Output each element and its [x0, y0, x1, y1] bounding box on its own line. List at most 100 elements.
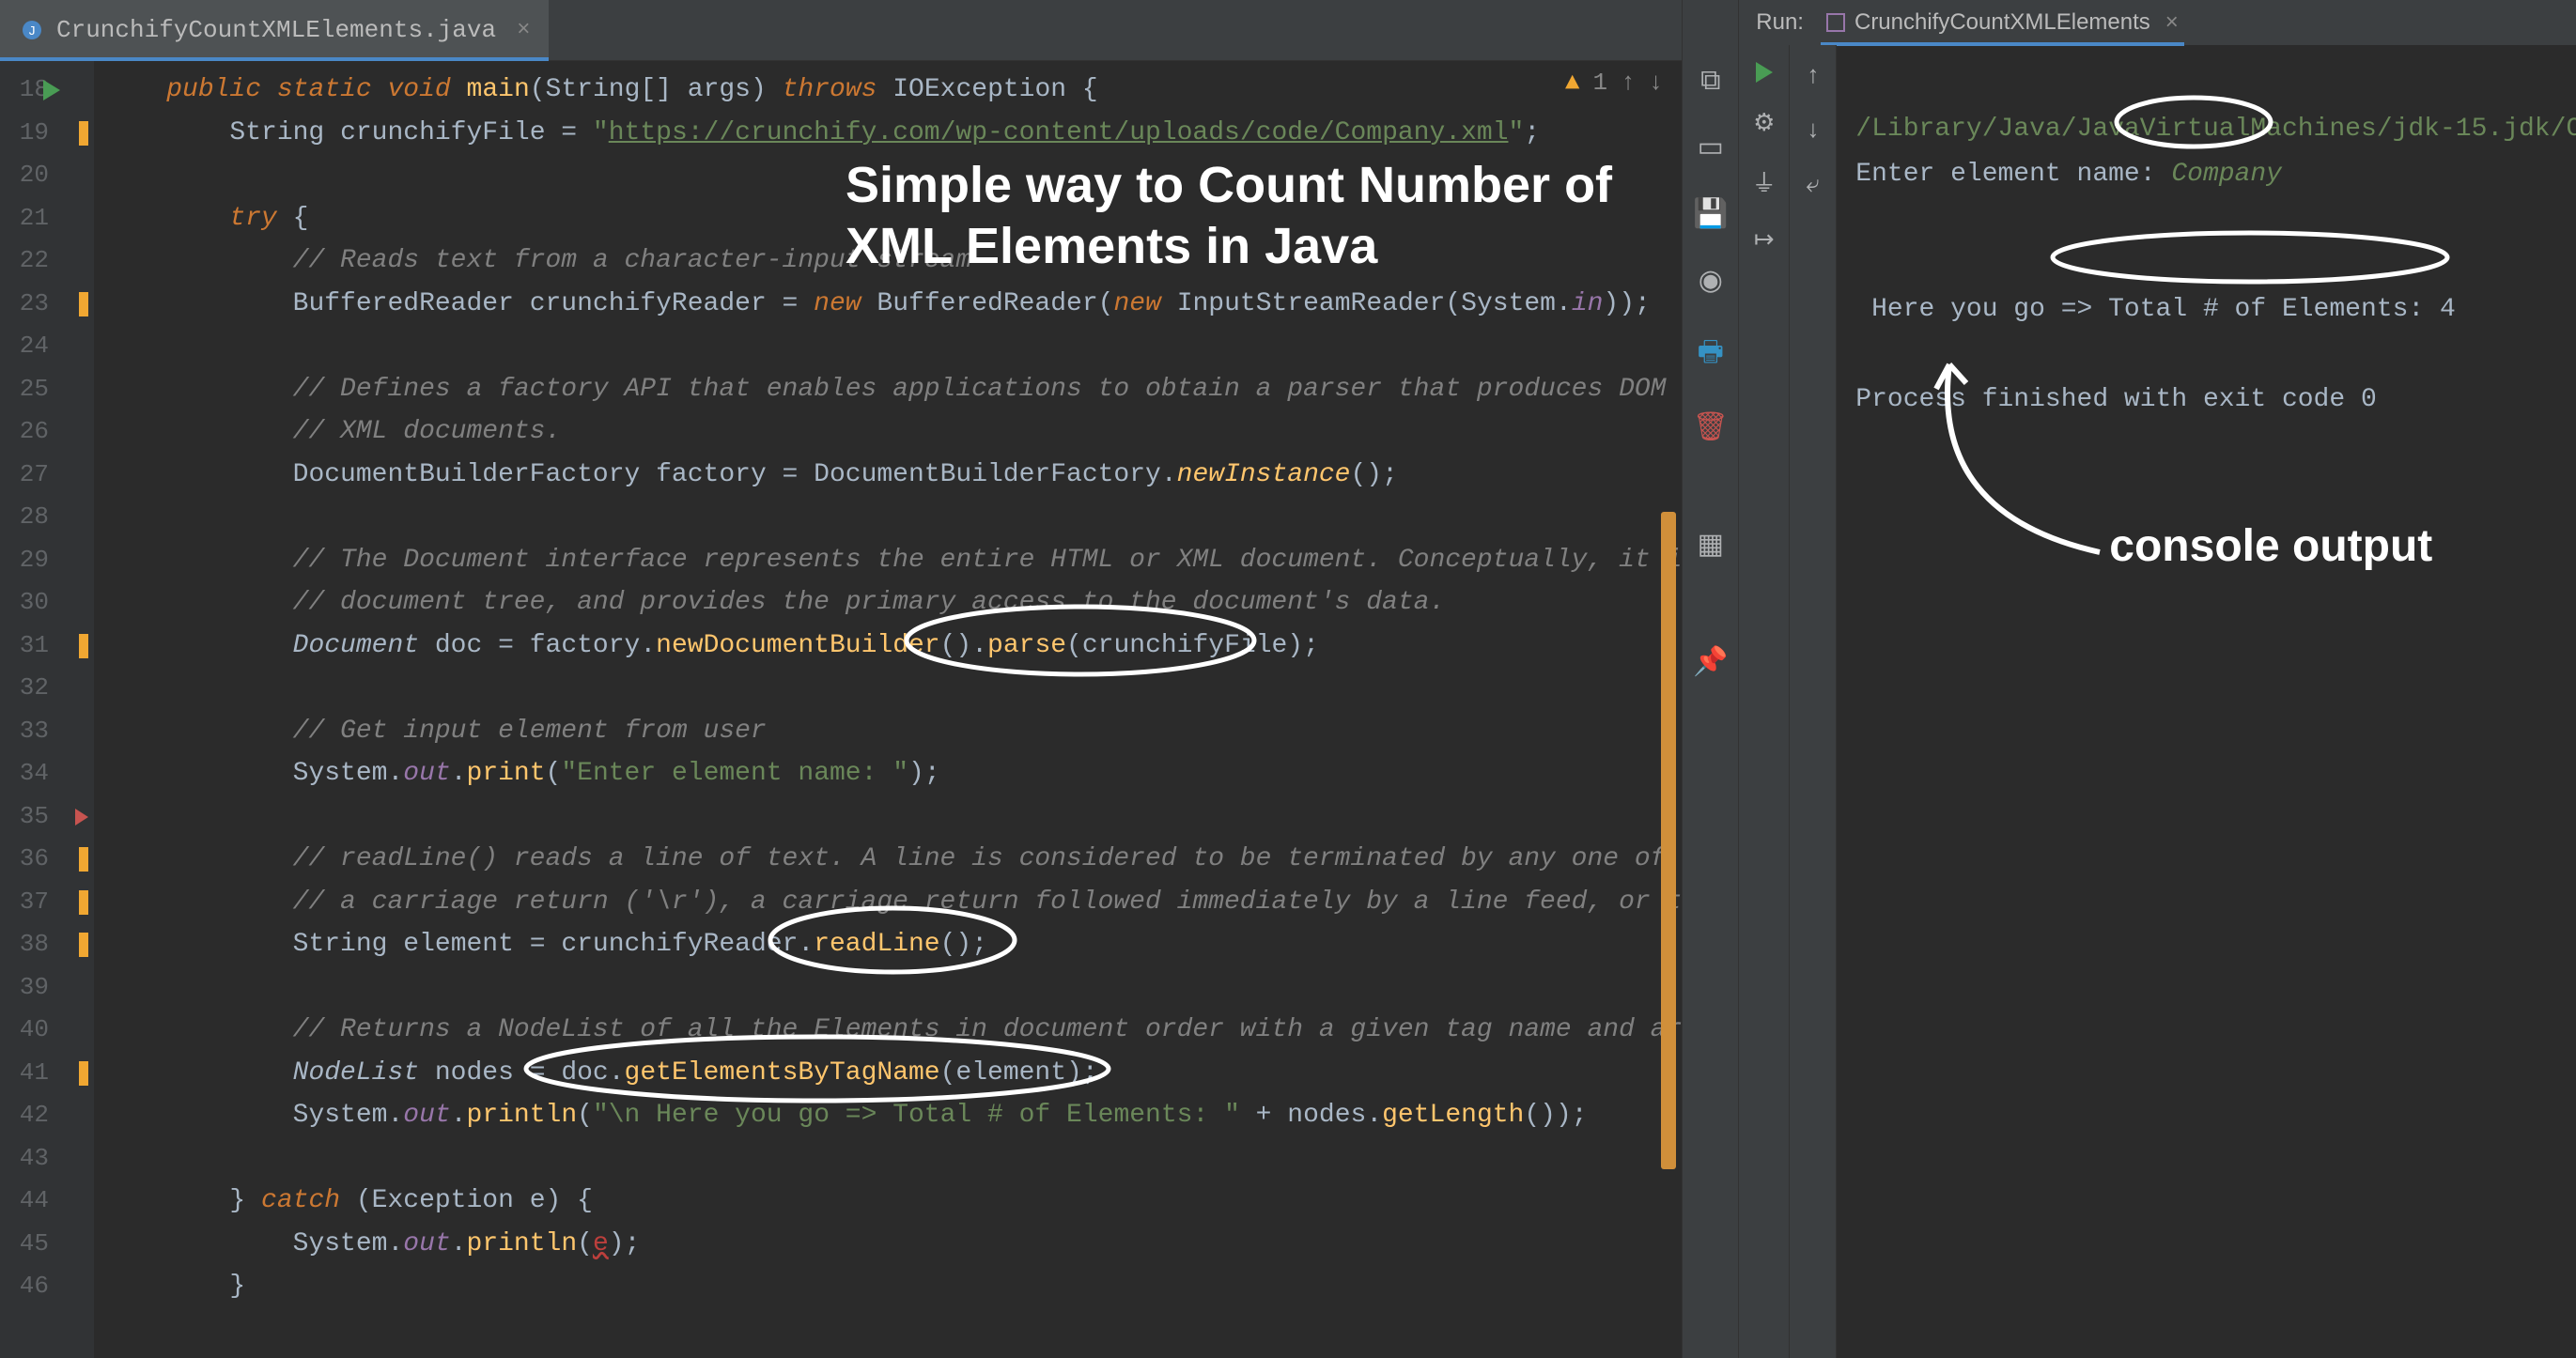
- line-number: 45: [0, 1223, 94, 1266]
- nav-up-icon[interactable]: ↑: [1621, 69, 1636, 97]
- annotation-circle-result: [2043, 229, 2457, 285]
- line-number: 20: [0, 154, 94, 197]
- plug-icon[interactable]: ⏚: [1752, 164, 1777, 199]
- change-marker-icon: [79, 847, 88, 872]
- code-line: // Defines a factory API that enables ap…: [94, 368, 1682, 411]
- clipboard-icon[interactable]: ▭: [1698, 131, 1724, 165]
- line-number: 26: [0, 410, 94, 454]
- line-number: 25: [0, 368, 94, 411]
- code-line: // Get input element from user: [94, 710, 1682, 753]
- code-line: // XML documents.: [94, 410, 1682, 454]
- save-icon[interactable]: 💾: [1693, 197, 1728, 232]
- console-path: /Library/Java/JavaVirtualMachines/jdk-15…: [1855, 115, 2576, 144]
- arrow-down-icon[interactable]: ↓: [1806, 116, 1821, 145]
- line-number: 41: [0, 1052, 94, 1095]
- code-line: System.out.print("Enter element name: ")…: [94, 752, 1682, 795]
- file-tab[interactable]: J CrunchifyCountXMLElements.java ×: [0, 0, 549, 61]
- console-prompt: Enter element name:: [1855, 160, 2171, 189]
- line-number: 32: [0, 667, 94, 710]
- console-output[interactable]: /Library/Java/JavaVirtualMachines/jdk-15…: [1837, 45, 2576, 1358]
- editor-panel: J CrunchifyCountXMLElements.java × 18 19…: [0, 0, 1682, 1358]
- console-result: Total # of Elements: 4: [2108, 295, 2456, 324]
- change-marker-icon: [79, 634, 88, 658]
- delete-icon[interactable]: 🗑: [1693, 410, 1729, 445]
- code-line: [94, 1137, 1682, 1181]
- run-header: Run: CrunchifyCountXMLElements × ⋮: [1739, 0, 2576, 45]
- gear-icon[interactable]: ⚙: [1753, 109, 1775, 138]
- run-tab[interactable]: CrunchifyCountXMLElements ×: [1821, 0, 2184, 45]
- print-icon[interactable]: 🖶: [1698, 331, 1724, 378]
- run-gutter-icon[interactable]: [43, 80, 60, 100]
- code-line: // readLine() reads a line of text. A li…: [94, 838, 1682, 881]
- warning-count: 1: [1592, 69, 1607, 97]
- change-marker-icon: [79, 1061, 88, 1086]
- code-line: }: [94, 1265, 1682, 1308]
- run-toolbar-2: ↑ ↓ ⤶: [1790, 45, 1837, 1358]
- line-number: 42: [0, 1094, 94, 1137]
- line-number: 21: [0, 197, 94, 240]
- code-line: [94, 667, 1682, 710]
- change-marker-icon: [79, 933, 88, 957]
- annotation-label: console output: [2109, 524, 2432, 569]
- line-number: 23: [0, 283, 94, 326]
- code-line: // The Document interface represents the…: [94, 539, 1682, 582]
- code-line: System.out.println(e);: [94, 1223, 1682, 1266]
- window-icon: [1826, 13, 1845, 32]
- line-number: 39: [0, 966, 94, 1010]
- code-line: Document doc = factory.newDocumentBuilde…: [94, 625, 1682, 668]
- line-number: 40: [0, 1009, 94, 1052]
- scrollbar-thumb[interactable]: [1661, 512, 1676, 1169]
- code-line: BufferedReader crunchifyReader = new Buf…: [94, 283, 1682, 326]
- close-icon[interactable]: ×: [2165, 9, 2179, 36]
- line-number: 18: [0, 69, 94, 112]
- warning-icon: ▲: [1565, 69, 1580, 97]
- breakpoint-icon[interactable]: [75, 809, 88, 826]
- code-line: public static void main(String[] args) t…: [94, 69, 1682, 112]
- change-marker-icon: [79, 121, 88, 146]
- camera-icon[interactable]: ◉: [1699, 264, 1723, 299]
- line-number: 35: [0, 795, 94, 839]
- line-number: 36: [0, 838, 94, 881]
- console-exit: Process finished with exit code 0: [1855, 385, 2377, 414]
- line-number: 33: [0, 710, 94, 753]
- layout-icon[interactable]: ▦: [1698, 528, 1724, 563]
- code-line: System.out.println("\n Here you go => To…: [94, 1094, 1682, 1137]
- close-icon[interactable]: ×: [517, 18, 530, 43]
- code-line: NodeList nodes = doc.getElementsByTagNam…: [94, 1052, 1682, 1095]
- code-line: try {: [94, 197, 1682, 240]
- java-file-icon: J: [19, 17, 45, 43]
- rerun-icon[interactable]: [1756, 62, 1773, 83]
- copy-icon[interactable]: ⧉: [1700, 66, 1720, 99]
- line-number: 34: [0, 752, 94, 795]
- run-panel: Run: CrunchifyCountXMLElements × ⋮ ⚙ ⏚ ↦…: [1738, 0, 2576, 1358]
- code-line: String element = crunchifyReader.readLin…: [94, 923, 1682, 966]
- console-input: Company: [2171, 160, 2282, 189]
- line-number: 22: [0, 239, 94, 283]
- line-number: 28: [0, 496, 94, 539]
- code-line: [94, 325, 1682, 368]
- svg-text:J: J: [28, 24, 36, 39]
- console-result-prefix: Here you go =>: [1855, 295, 2108, 324]
- line-number: 29: [0, 539, 94, 582]
- code-line: // document tree, and provides the prima…: [94, 581, 1682, 625]
- pin-icon[interactable]: 📌: [1693, 645, 1728, 680]
- line-number: 43: [0, 1137, 94, 1181]
- line-number: 30: [0, 581, 94, 625]
- editor-side-toolbar: ⧉ ▭ 💾 ◉ 🖶 🗑 ▦ 📌: [1682, 0, 1738, 1358]
- nav-down-icon[interactable]: ↓: [1649, 69, 1664, 97]
- arrow-up-icon[interactable]: ↑: [1806, 62, 1821, 90]
- file-tab-label: CrunchifyCountXMLElements.java: [56, 16, 496, 44]
- gutter: 18 19 20 21 22 23 24 25 26 27 28 29 30 3…: [0, 61, 94, 1358]
- run-toolbar: ⚙ ⏚ ↦: [1739, 45, 1790, 1358]
- run-label: Run:: [1756, 9, 1804, 36]
- editor-body: 18 19 20 21 22 23 24 25 26 27 28 29 30 3…: [0, 61, 1682, 1358]
- wrap-icon[interactable]: ⤶: [1807, 171, 1821, 199]
- inspection-bar[interactable]: ▲ 1 ↑ ↓: [1565, 69, 1663, 97]
- code-editor[interactable]: public static void main(String[] args) t…: [94, 61, 1682, 1358]
- code-line: DocumentBuilderFactory factory = Documen…: [94, 454, 1682, 497]
- code-line: // Returns a NodeList of all the Element…: [94, 1009, 1682, 1052]
- line-number: 44: [0, 1180, 94, 1223]
- exit-icon[interactable]: ↦: [1754, 225, 1775, 255]
- code-line: String crunchifyFile = "https://crunchif…: [94, 112, 1682, 155]
- line-number: 31: [0, 625, 94, 668]
